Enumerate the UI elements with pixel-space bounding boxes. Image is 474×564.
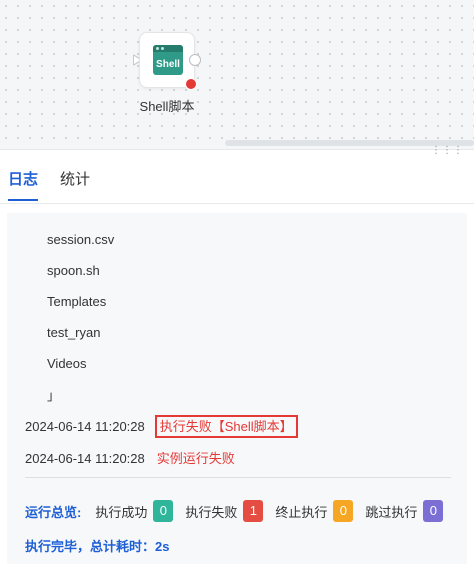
divider — [25, 477, 451, 478]
log-timestamp: 2024-06-14 11:20:28 — [25, 419, 145, 434]
node-icon-text: Shell — [156, 59, 180, 70]
run-summary: 运行总览: 执行成功 0 执行失败 1 终止执行 0 跳过执行 0 — [25, 500, 444, 522]
log-timestamp: 2024-06-14 11:20:28 — [25, 451, 145, 466]
summary-label: 执行成功 — [95, 504, 148, 520]
log-line: test_ryan — [47, 325, 101, 340]
log-entry: 2024-06-14 11:20:28 执行失败【Shell脚本】 — [25, 415, 298, 438]
failed-count-badge: 1 — [243, 500, 264, 522]
tab-stats[interactable]: 统计 — [60, 168, 90, 199]
completion-message: 执行完毕，总计耗时：2s — [25, 539, 170, 554]
log-error-message: 执行失败【Shell脚本】 — [154, 415, 298, 438]
panel-tabs: 日志 统计 — [0, 160, 474, 204]
log-line: 」 — [47, 388, 61, 403]
summary-success: 执行成功 0 — [95, 500, 174, 522]
node-output-port[interactable] — [189, 54, 201, 66]
success-count-badge: 0 — [153, 500, 174, 522]
terminal-icon: Shell — [153, 45, 183, 75]
log-panel[interactable]: session.csv spoon.sh Templates test_ryan… — [7, 213, 467, 564]
log-entry: 2024-06-14 11:20:28 实例运行失败 — [25, 448, 235, 467]
skipped-count-badge: 0 — [423, 500, 444, 522]
log-error-message: 实例运行失败 — [156, 451, 235, 466]
summary-skipped: 跳过执行 0 — [365, 500, 444, 522]
summary-title: 运行总览: — [25, 504, 82, 520]
log-line: Templates — [47, 294, 107, 309]
node-label: Shell脚本 — [139, 99, 195, 114]
error-status-dot — [185, 78, 197, 90]
workflow-canvas[interactable]: Shell Shell脚本 — [0, 0, 474, 150]
drag-handle-icon[interactable]: ⋮⋮⋮ — [431, 146, 464, 156]
log-line: session.csv — [47, 232, 115, 247]
tab-log[interactable]: 日志 — [8, 168, 39, 201]
summary-label: 执行失败 — [185, 504, 238, 520]
log-line: spoon.sh — [47, 263, 100, 278]
summary-label: 跳过执行 — [365, 504, 418, 520]
summary-terminated: 终止执行 0 — [275, 500, 354, 522]
summary-label: 终止执行 — [275, 504, 328, 520]
log-line: Videos — [47, 356, 87, 371]
terminated-count-badge: 0 — [333, 500, 354, 522]
summary-failed: 执行失败 1 — [185, 500, 264, 522]
